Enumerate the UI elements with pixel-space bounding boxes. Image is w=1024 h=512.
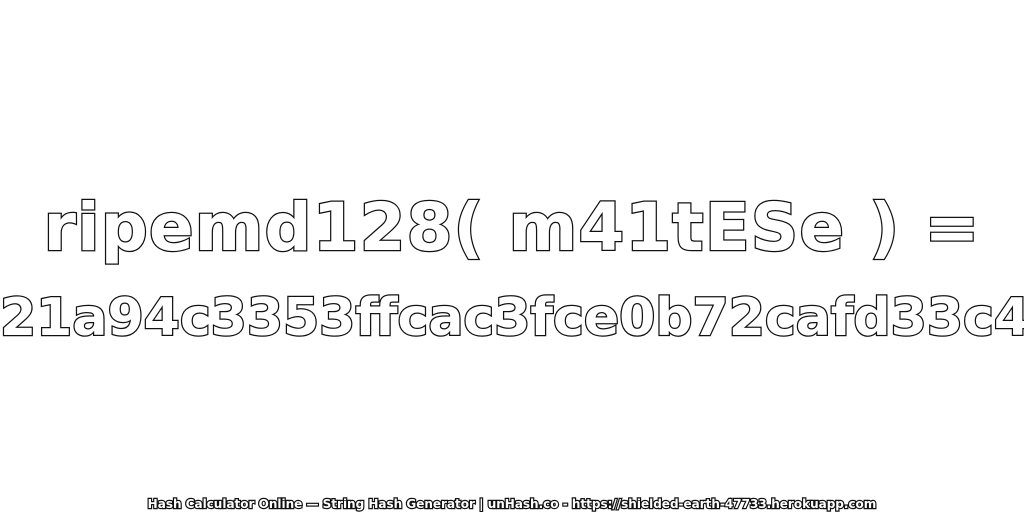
hash-result-card: ripemd128( m41tESe ) = 21a94c3353ffcac3f… [0,0,1024,512]
hash-digest: 21a94c3353ffcac3fce0b72cafd33c4a [0,287,1024,350]
site-footer-caption: Hash Calculator Online — String Hash Gen… [146,496,877,512]
hash-expression: ripemd128( m41tESe ) = [42,188,981,268]
